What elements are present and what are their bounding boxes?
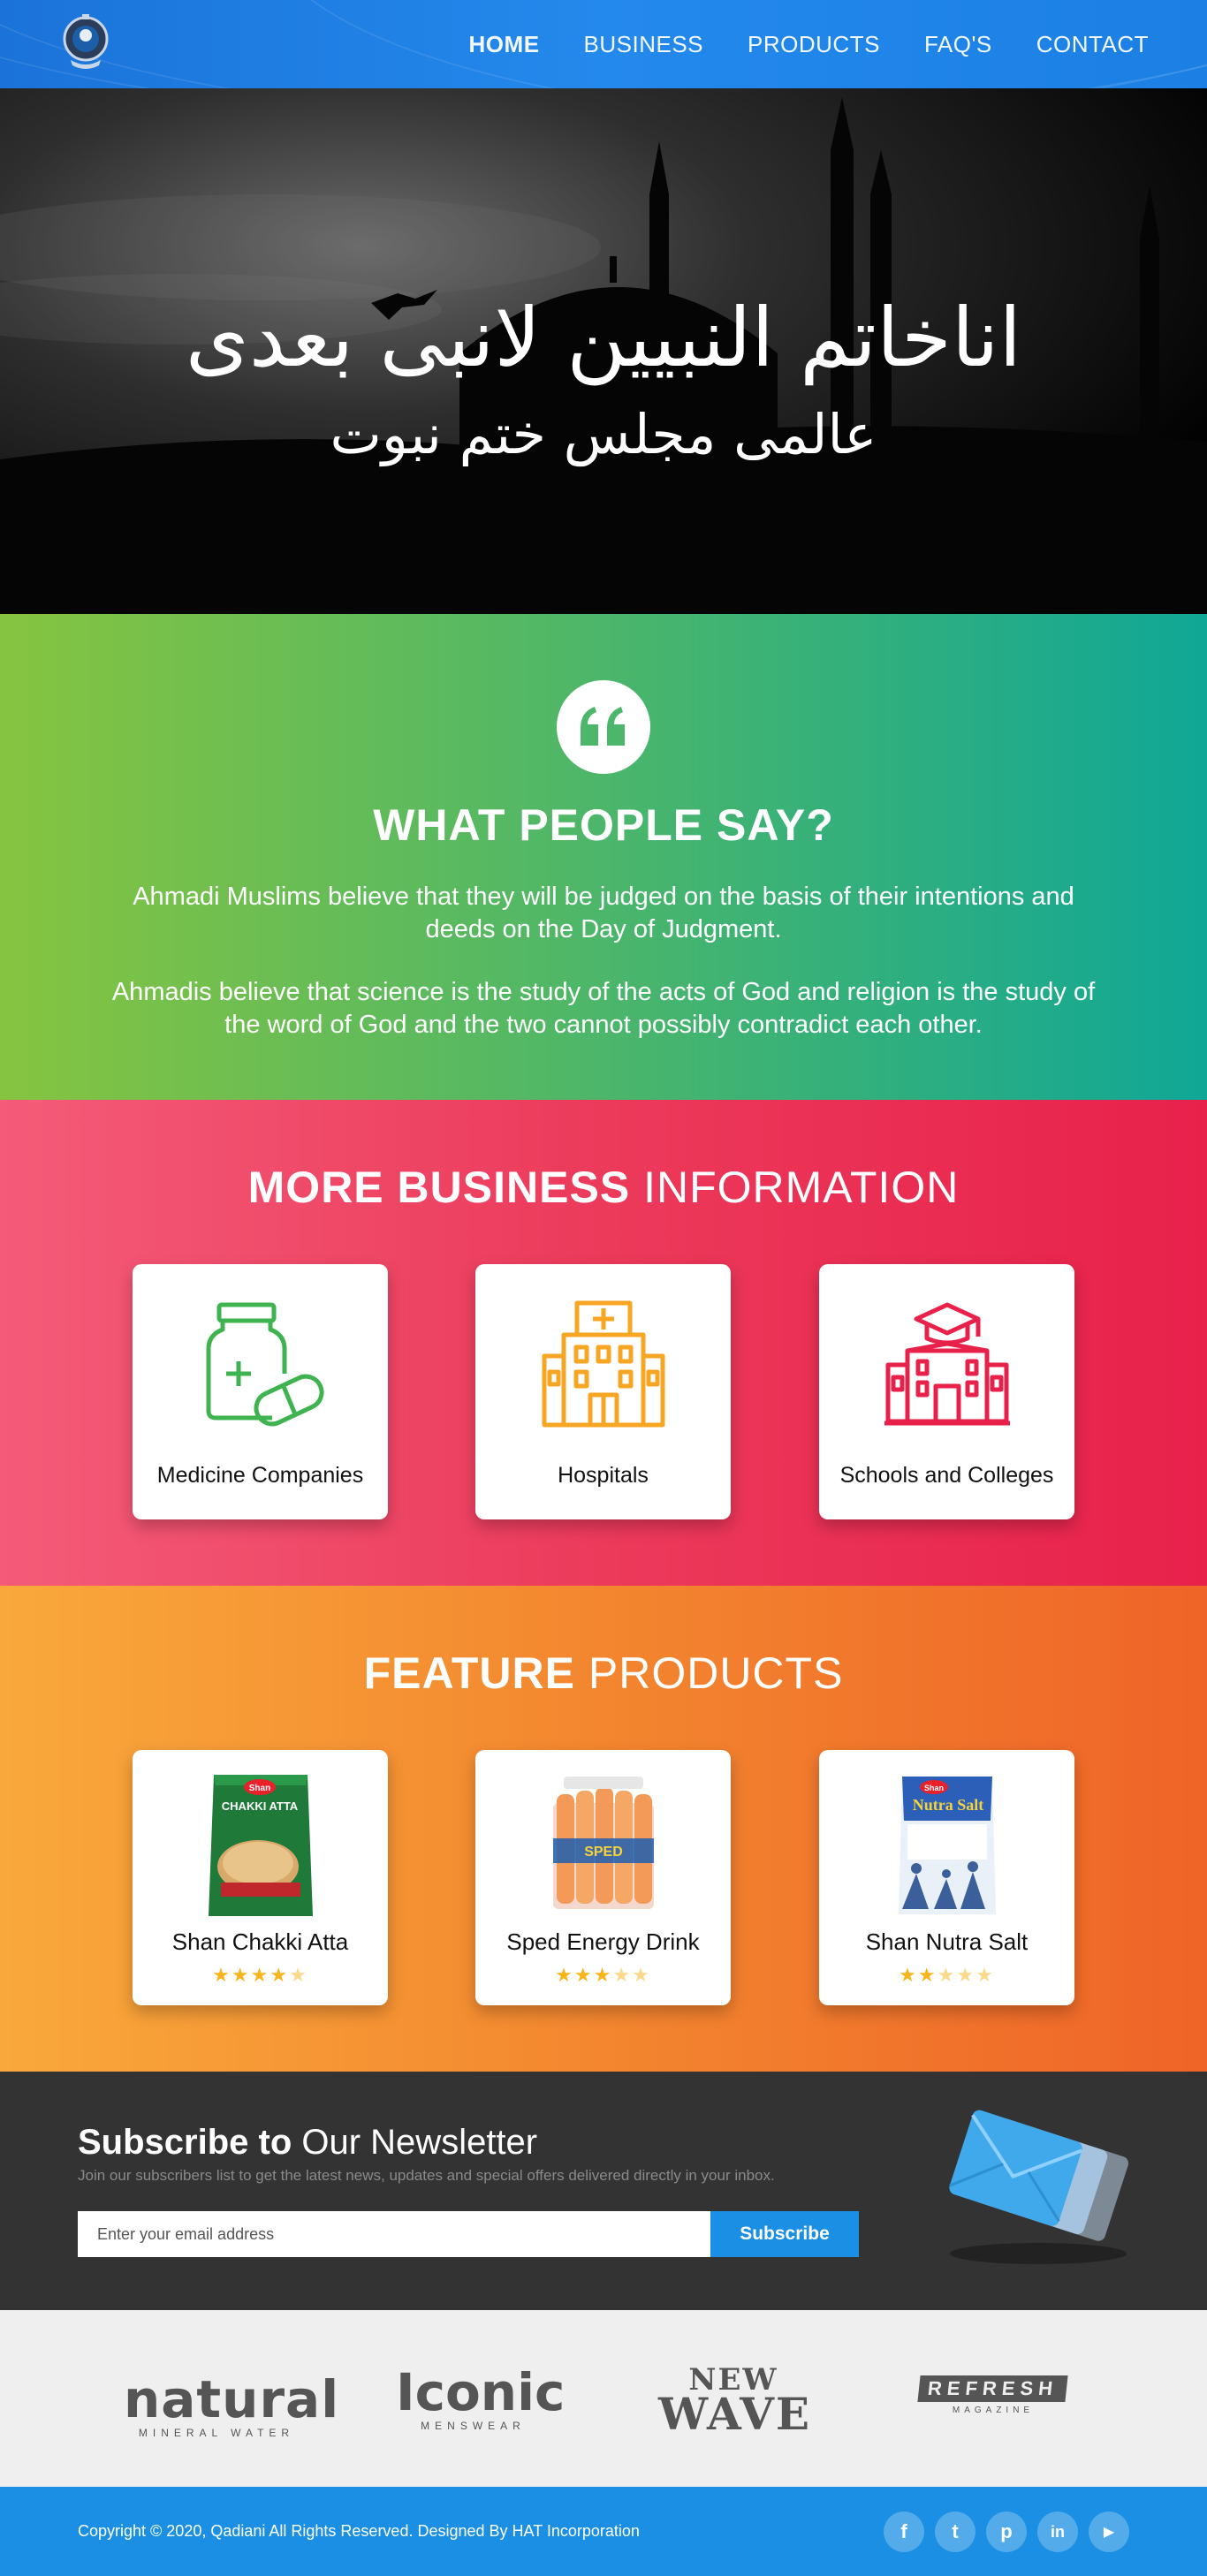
star-icon: ★: [956, 1964, 976, 1986]
newsletter-title: Subscribe to Our Newsletter: [78, 2123, 537, 2163]
brand-natural-name: natural: [124, 2369, 340, 2429]
products-section-title: FEATURE PRODUCTS: [0, 1648, 1207, 1699]
star-icon: ★: [555, 1964, 574, 1986]
business-card-label: Hospitals: [558, 1463, 649, 1488]
medicine-bottle-icon: [206, 1302, 324, 1427]
school-icon: [884, 1302, 1010, 1426]
svg-text:Nutra Salt: Nutra Salt: [913, 1796, 984, 1814]
newsletter-title-bold: Subscribe to: [78, 2123, 292, 2162]
brand-refresh-tagline: MAGAZINE: [952, 2406, 1035, 2415]
atta-bag-image: Shan CHAKKI ATTA: [209, 1775, 313, 1916]
facebook-icon[interactable]: f: [884, 2512, 924, 2552]
star-icon: ★: [269, 1964, 290, 1986]
business-card-hospitals[interactable]: Hospitals: [475, 1264, 731, 1519]
product-name: Shan Nutra Salt: [865, 1928, 1029, 1955]
star-icon: ★: [612, 1964, 633, 1986]
star-icon: ★: [250, 1964, 270, 1986]
quote-icon: [557, 680, 650, 774]
business-title-bold: MORE BUSINESS: [247, 1163, 631, 1212]
products-title-bold: FEATURE: [363, 1648, 575, 1698]
emblem-logo-icon[interactable]: [58, 11, 113, 76]
product-card[interactable]: Shan Nutra Salt Shan Nutra Salt ★★★★★: [819, 1750, 1074, 2005]
partner-brands-section: natural MINERAL WATER Iconic MENSWEAR NE…: [0, 2310, 1207, 2487]
top-navbar: HOME BUSINESS PRODUCTS FAQ'S CONTACT: [0, 0, 1207, 88]
featured-products-section: FEATURE PRODUCTS Shan CHAKKI ATTA Shan C…: [0, 1586, 1207, 2072]
business-card-label: Medicine Companies: [156, 1463, 364, 1488]
energy-drink-pack-image: SPED: [553, 1777, 654, 1909]
testimonial-paragraph: Ahmadis believe that science is the stud…: [111, 978, 1096, 1039]
pinterest-icon[interactable]: p: [986, 2512, 1027, 2552]
newsletter-title-light: Our Newsletter: [292, 2123, 538, 2162]
linkedin-icon[interactable]: in: [1037, 2512, 1078, 2552]
svg-text:Shan: Shan: [249, 1784, 270, 1793]
star-icon: ★: [632, 1964, 651, 1986]
product-name: Shan Chakki Atta: [171, 1928, 349, 1955]
star-icon: ★: [289, 1964, 308, 1986]
testimonial-title: WHAT PEOPLE SAY?: [373, 800, 834, 850]
business-title-light: INFORMATION: [630, 1163, 960, 1212]
email-input[interactable]: [78, 2211, 710, 2257]
nav-link-home[interactable]: HOME: [469, 31, 540, 58]
social-links: f t p in ▶: [884, 2512, 1129, 2552]
main-nav: HOME BUSINESS PRODUCTS FAQ'S CONTACT: [469, 0, 1149, 88]
brand-iconic-name: Iconic: [396, 2362, 566, 2422]
nav-link-products[interactable]: PRODUCTS: [748, 31, 880, 58]
hero-banner: اناخاتم النبیین لانبی بعدی عالمی مجلس خت…: [0, 88, 1207, 614]
copyright-text: Copyright © 2020, Qadiani All Rights Res…: [78, 2522, 640, 2540]
brand-refresh-name: REFRESH: [917, 2375, 1069, 2402]
star-icon: ★: [917, 1964, 938, 1986]
brand-newwave-bottom: WAVE: [658, 2387, 812, 2440]
hero-urdu-subtitle: عالمی مجلس ختم نبوت: [330, 402, 877, 466]
youtube-icon[interactable]: ▶: [1089, 2512, 1129, 2552]
svg-text:CHAKKI ATTA: CHAKKI ATTA: [222, 1799, 299, 1813]
subscribe-button[interactable]: Subscribe: [710, 2211, 859, 2257]
product-card[interactable]: SPED Sped Energy Drink ★★★★★: [475, 1750, 731, 2005]
star-icon: ★: [231, 1964, 251, 1986]
star-icon: ★: [593, 1964, 613, 1986]
business-section-title: MORE BUSINESS INFORMATION: [0, 1162, 1207, 1213]
business-card-medicine[interactable]: Medicine Companies: [133, 1264, 388, 1519]
brand-logo-newwave: NEW WAVE: [658, 2365, 812, 2440]
newsletter-section: Subscribe to Our Newsletter Join our sub…: [0, 2072, 1207, 2310]
hero-arabic-title: اناخاتم النبیین لانبی بعدی: [185, 291, 1022, 385]
brand-logo-refresh: REFRESH MAGAZINE: [905, 2375, 1082, 2415]
star-icon: ★: [937, 1964, 957, 1986]
nav-link-contact[interactable]: CONTACT: [1036, 31, 1149, 58]
newsletter-subtitle: Join our subscribers list to get the lat…: [78, 2167, 775, 2184]
product-name: Sped Energy Drink: [506, 1928, 700, 1955]
product-rating: ★★★★★: [819, 1964, 1074, 1987]
product-rating: ★★★★★: [133, 1964, 388, 1987]
testimonial-paragraph: Ahmadi Muslims believe that they will be…: [133, 883, 1074, 943]
star-icon: ★: [899, 1964, 918, 1986]
product-card[interactable]: Shan CHAKKI ATTA Shan Chakki Atta ★★★★★: [133, 1750, 388, 2005]
star-icon: ★: [212, 1964, 232, 1986]
svg-text:Shan: Shan: [924, 1784, 944, 1792]
business-card-schools[interactable]: Schools and Colleges: [819, 1264, 1074, 1519]
envelope-icon: [949, 2110, 1129, 2264]
testimonial-section: WHAT PEOPLE SAY? Ahmadi Muslims believe …: [0, 614, 1207, 1100]
business-section: MORE BUSINESS INFORMATION Medicine Compa…: [0, 1100, 1207, 1586]
brand-logo-iconic: Iconic MENSWEAR: [396, 2362, 566, 2432]
star-icon: ★: [573, 1964, 594, 1986]
page-footer: Copyright © 2020, Qadiani All Rights Res…: [0, 2487, 1207, 2576]
twitter-icon[interactable]: t: [935, 2512, 975, 2552]
business-card-label: Schools and Colleges: [839, 1463, 1054, 1488]
product-rating: ★★★★★: [475, 1964, 731, 1987]
hospital-icon: [542, 1300, 665, 1428]
nav-link-business[interactable]: BUSINESS: [584, 31, 704, 58]
products-title-light: PRODUCTS: [574, 1648, 844, 1698]
star-icon: ★: [975, 1964, 995, 1986]
brand-logo-natural: natural MINERAL WATER: [124, 2369, 340, 2439]
brand-natural-tagline: MINERAL WATER: [138, 2427, 295, 2439]
svg-text:SPED: SPED: [584, 1845, 623, 1860]
nav-link-faqs[interactable]: FAQ'S: [924, 31, 992, 58]
salt-pack-image: Shan Nutra Salt: [899, 1777, 996, 1914]
